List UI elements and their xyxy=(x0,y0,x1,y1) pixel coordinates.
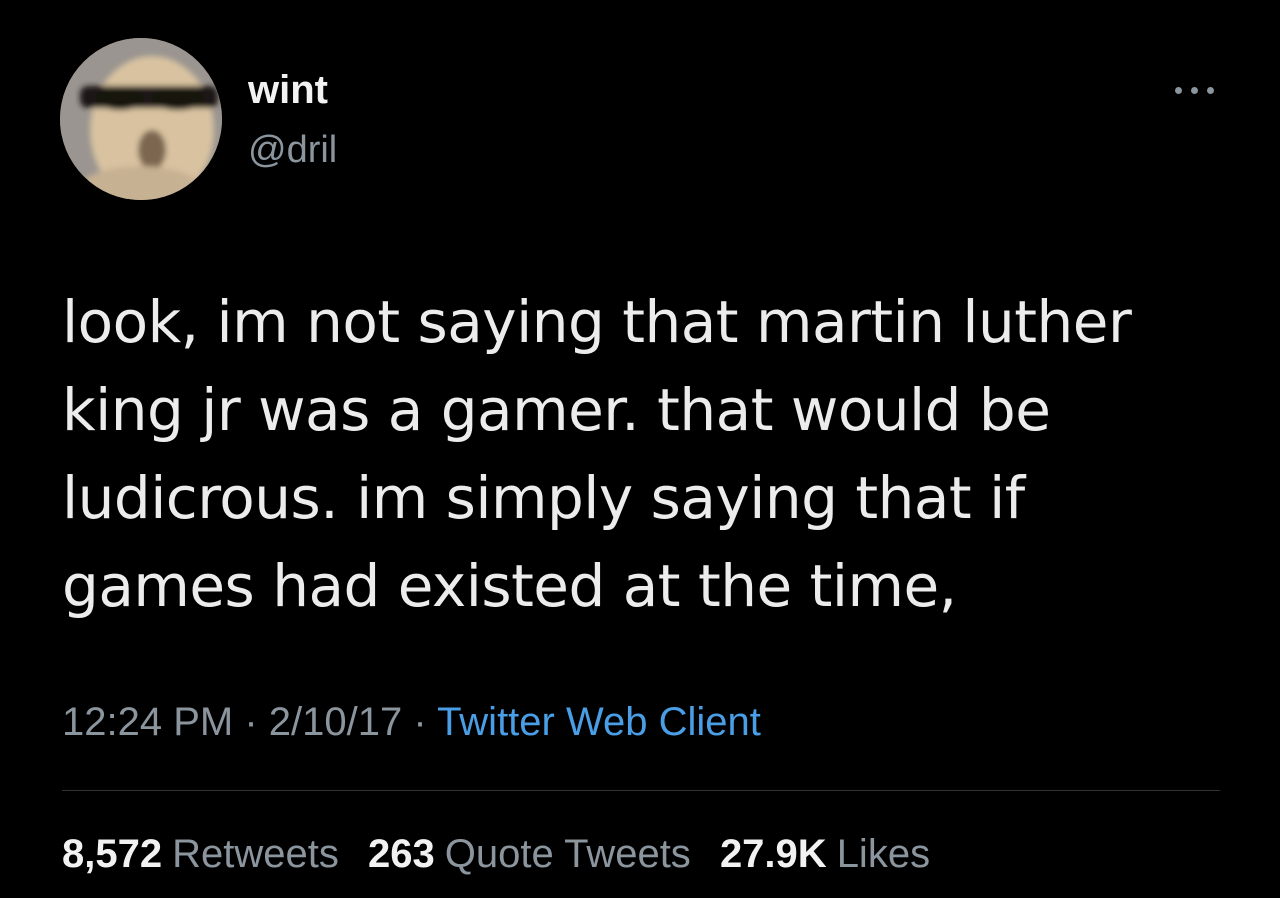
likes-count: 27.9K xyxy=(719,832,827,876)
tweet-source-link[interactable]: Twitter Web Client xyxy=(437,700,761,744)
tweet: wint @dril look, im not saying that mart… xyxy=(0,0,1280,898)
retweets-stat[interactable]: 8,572 Retweets xyxy=(62,832,339,876)
display-name[interactable]: wint xyxy=(248,66,337,114)
meta-separator: · xyxy=(402,700,438,744)
tweet-text: look, im not saying that martin luther k… xyxy=(62,288,1132,620)
quote-tweets-stat[interactable]: 263 Quote Tweets xyxy=(368,832,691,876)
more-options-button[interactable] xyxy=(1168,78,1220,102)
avatar[interactable] xyxy=(60,38,222,200)
tweet-date[interactable]: 2/10/17 xyxy=(269,700,402,744)
tweet-meta: 12:24 PM · 2/10/17 · Twitter Web Client xyxy=(62,696,761,748)
likes-label: Likes xyxy=(836,832,931,876)
quote-tweets-count: 263 xyxy=(367,832,435,876)
tweet-time[interactable]: 12:24 PM xyxy=(62,700,233,744)
divider xyxy=(62,790,1220,791)
quote-tweets-label: Quote Tweets xyxy=(444,832,691,876)
likes-stat[interactable]: 27.9K Likes xyxy=(720,832,930,876)
retweets-label: Retweets xyxy=(172,832,339,876)
tweet-stats: 8,572 Retweets 263 Quote Tweets 27.9K Likes xyxy=(62,828,948,880)
user-info: wint @dril xyxy=(248,66,337,174)
avatar-image xyxy=(60,38,222,200)
user-handle[interactable]: @dril xyxy=(248,126,337,174)
more-horizontal-icon xyxy=(1174,86,1214,94)
meta-separator: · xyxy=(233,700,269,744)
retweets-count: 8,572 xyxy=(62,832,163,876)
